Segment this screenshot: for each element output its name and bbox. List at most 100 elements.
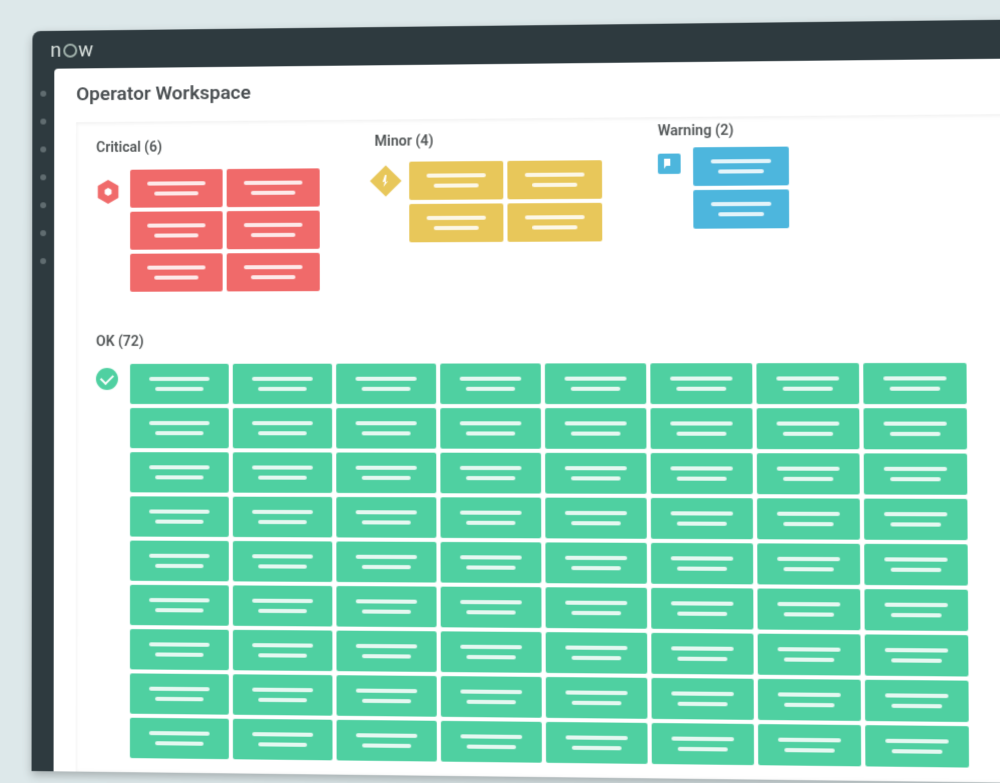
status-card-ok[interactable]: [130, 629, 229, 670]
status-card-minor[interactable]: [409, 161, 503, 200]
status-card-ok[interactable]: [440, 453, 541, 494]
ok-check-icon: [96, 368, 118, 390]
group-label-ok: OK (72): [96, 334, 144, 350]
status-card-ok[interactable]: [233, 674, 333, 715]
ok-grid: [130, 363, 969, 768]
status-card-ok[interactable]: [545, 363, 646, 404]
monitor-frame: nw Operator Workspace Critical (6) Minor…: [32, 19, 1000, 783]
status-card-ok[interactable]: [546, 677, 648, 719]
status-card-warning[interactable]: [693, 147, 789, 186]
status-card-ok[interactable]: [757, 453, 860, 494]
status-card-ok[interactable]: [233, 585, 333, 626]
status-card-ok[interactable]: [440, 408, 541, 449]
status-card-critical[interactable]: [130, 253, 223, 291]
status-card-ok[interactable]: [651, 588, 753, 630]
status-card-ok[interactable]: [651, 678, 753, 720]
rail-dot[interactable]: [40, 230, 46, 236]
status-card-ok[interactable]: [441, 631, 542, 673]
status-card-ok[interactable]: [756, 363, 859, 404]
status-card-ok[interactable]: [336, 453, 436, 494]
status-card-ok[interactable]: [337, 675, 437, 717]
status-card-ok[interactable]: [546, 722, 648, 764]
status-card-minor[interactable]: [507, 160, 602, 199]
status-card-ok[interactable]: [650, 408, 752, 449]
status-card-ok[interactable]: [864, 544, 968, 586]
status-card-ok[interactable]: [545, 542, 647, 583]
status-card-ok[interactable]: [337, 720, 437, 762]
page-title: Operator Workspace: [76, 81, 251, 106]
status-card-ok[interactable]: [651, 453, 753, 494]
status-card-ok[interactable]: [758, 634, 861, 676]
rail-dot[interactable]: [40, 91, 46, 97]
status-card-warning[interactable]: [693, 189, 789, 228]
status-card-critical[interactable]: [227, 168, 320, 207]
status-card-ok[interactable]: [233, 497, 332, 538]
warning-flag-icon: [658, 154, 681, 174]
status-card-ok[interactable]: [130, 585, 229, 626]
status-card-ok[interactable]: [864, 453, 968, 494]
status-card-ok[interactable]: [336, 497, 436, 538]
status-card-ok[interactable]: [233, 452, 332, 493]
status-card-ok[interactable]: [865, 680, 969, 722]
status-card-ok[interactable]: [130, 718, 229, 759]
status-card-ok[interactable]: [336, 408, 436, 449]
status-card-ok[interactable]: [130, 408, 229, 448]
rail-dot[interactable]: [40, 258, 46, 264]
status-card-ok[interactable]: [441, 721, 542, 763]
status-card-ok[interactable]: [233, 408, 332, 448]
status-card-ok[interactable]: [546, 632, 648, 674]
status-card-ok[interactable]: [757, 588, 860, 630]
status-card-ok[interactable]: [130, 673, 229, 714]
app-body: Operator Workspace Critical (6) Minor (4…: [54, 58, 1000, 783]
rail-dot[interactable]: [40, 119, 46, 125]
status-card-ok[interactable]: [651, 543, 753, 584]
status-card-ok[interactable]: [336, 541, 436, 582]
status-card-ok[interactable]: [545, 408, 646, 449]
side-rail: [32, 69, 55, 772]
status-card-ok[interactable]: [865, 725, 969, 767]
status-card-ok[interactable]: [336, 631, 436, 672]
status-card-ok[interactable]: [545, 498, 647, 539]
rail-dot[interactable]: [40, 202, 46, 208]
status-card-ok[interactable]: [652, 723, 754, 765]
status-card-minor[interactable]: [507, 203, 602, 242]
status-card-ok[interactable]: [130, 364, 229, 404]
status-card-ok[interactable]: [863, 363, 967, 404]
status-card-ok[interactable]: [757, 498, 860, 539]
status-card-critical[interactable]: [227, 253, 320, 292]
status-card-ok[interactable]: [130, 452, 229, 492]
status-card-ok[interactable]: [441, 676, 542, 718]
status-card-critical[interactable]: [227, 211, 320, 250]
status-card-ok[interactable]: [336, 364, 436, 404]
status-card-ok[interactable]: [651, 633, 753, 675]
status-card-critical[interactable]: [130, 169, 222, 208]
status-card-ok[interactable]: [863, 408, 967, 449]
status-card-ok[interactable]: [865, 634, 969, 676]
status-card-ok[interactable]: [440, 497, 541, 538]
status-card-ok[interactable]: [546, 587, 648, 629]
status-card-ok[interactable]: [233, 719, 333, 761]
status-card-ok[interactable]: [864, 499, 968, 541]
status-card-ok[interactable]: [864, 589, 968, 631]
status-card-ok[interactable]: [545, 453, 646, 494]
status-card-ok[interactable]: [441, 542, 542, 583]
status-card-ok[interactable]: [233, 630, 333, 671]
status-card-ok[interactable]: [650, 363, 752, 404]
status-card-ok[interactable]: [130, 496, 229, 537]
status-card-critical[interactable]: [130, 211, 223, 250]
status-card-ok[interactable]: [757, 408, 860, 449]
rail-dot[interactable]: [40, 174, 46, 180]
status-card-ok[interactable]: [233, 364, 332, 404]
rail-dot[interactable]: [40, 146, 46, 152]
status-card-ok[interactable]: [440, 363, 541, 404]
status-card-ok[interactable]: [758, 679, 861, 721]
status-card-ok[interactable]: [651, 498, 753, 539]
status-card-ok[interactable]: [336, 586, 436, 627]
status-card-ok[interactable]: [758, 724, 861, 766]
status-card-ok[interactable]: [757, 543, 860, 585]
critical-hexagon-icon: [96, 180, 120, 204]
status-card-minor[interactable]: [409, 203, 503, 242]
status-card-ok[interactable]: [130, 541, 229, 582]
status-card-ok[interactable]: [233, 541, 332, 582]
status-card-ok[interactable]: [441, 587, 542, 628]
